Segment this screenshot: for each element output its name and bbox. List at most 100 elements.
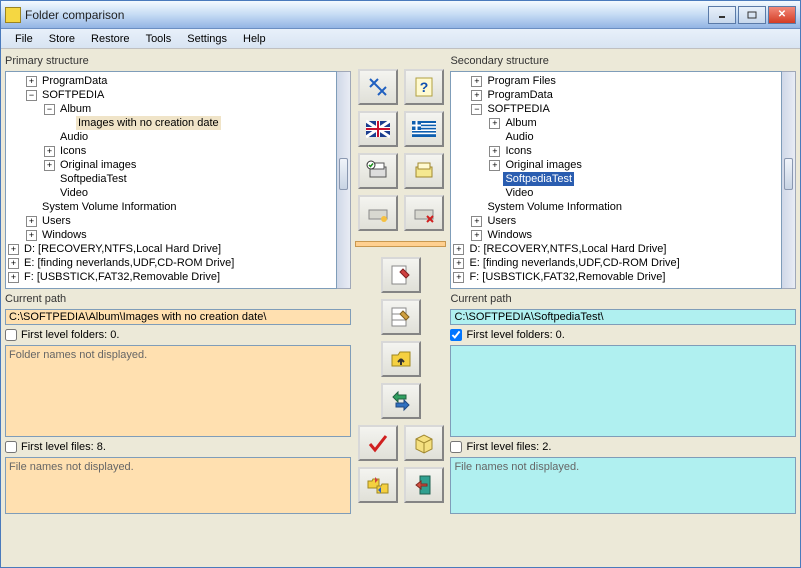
tree-expand-icon[interactable]: + <box>8 272 19 283</box>
tree-node[interactable]: F: [USBSTICK,FAT32,Removable Drive] <box>467 270 667 284</box>
scrollbar[interactable] <box>337 71 351 289</box>
primary-structure-label: Primary structure <box>5 53 351 69</box>
tree-node[interactable]: F: [USBSTICK,FAT32,Removable Drive] <box>22 270 222 284</box>
help-button[interactable]: ? <box>404 69 444 105</box>
svg-text:?: ? <box>419 79 428 95</box>
tree-expand-icon[interactable]: + <box>26 76 37 87</box>
tree-expand-icon[interactable]: + <box>26 230 37 241</box>
tree-node[interactable]: SOFTPEDIA <box>40 88 106 102</box>
minimize-button[interactable] <box>708 6 736 24</box>
menu-store[interactable]: Store <box>41 31 83 47</box>
tree-expand-icon[interactable]: + <box>453 272 464 283</box>
menu-tools[interactable]: Tools <box>138 31 180 47</box>
tree-expand-icon[interactable]: + <box>8 244 19 255</box>
sync-folders-button[interactable] <box>358 467 398 503</box>
tree-node[interactable]: System Volume Information <box>40 200 179 214</box>
tree-node[interactable]: ProgramData <box>485 88 554 102</box>
lang-gr-button[interactable] <box>404 111 444 147</box>
tree-node[interactable]: Users <box>40 214 73 228</box>
secondary-show-folders-checkbox[interactable] <box>450 329 462 341</box>
tree-expand-icon[interactable]: + <box>26 216 37 227</box>
package-button[interactable] <box>404 425 444 461</box>
tree-node[interactable]: D: [RECOVERY,NTFS,Local Hard Drive] <box>467 242 668 256</box>
tree-expand-icon[interactable]: + <box>471 216 482 227</box>
menu-settings[interactable]: Settings <box>179 31 235 47</box>
print-verified-button[interactable] <box>358 153 398 189</box>
app-icon <box>5 7 21 23</box>
close-button[interactable]: ✕ <box>768 6 796 24</box>
confirm-button[interactable] <box>358 425 398 461</box>
tree-node[interactable]: Original images <box>503 158 583 172</box>
lang-en-button[interactable] <box>358 111 398 147</box>
tree-node[interactable]: Video <box>58 186 90 200</box>
secondary-panel: Secondary structure +Program Files +Prog… <box>450 53 796 563</box>
secondary-current-path-label: Current path <box>450 291 796 307</box>
tree-node[interactable]: Album <box>503 116 538 130</box>
tree-node[interactable]: Users <box>485 214 518 228</box>
tree-node[interactable]: Windows <box>485 228 534 242</box>
tree-node[interactable]: Audio <box>503 130 535 144</box>
window-title: Folder comparison <box>25 8 708 22</box>
tree-node[interactable]: SoftpediaTest <box>58 172 129 186</box>
tree-collapse-icon[interactable]: − <box>471 104 482 115</box>
primary-show-folders-checkbox[interactable] <box>5 329 17 341</box>
menu-file[interactable]: File <box>7 31 41 47</box>
tree-node[interactable]: E: [finding neverlands,UDF,CD-ROM Drive] <box>467 256 681 270</box>
edit-table-button[interactable] <box>381 299 421 335</box>
tree-expand-icon[interactable]: + <box>471 90 482 101</box>
menu-restore[interactable]: Restore <box>83 31 138 47</box>
print-button[interactable] <box>404 153 444 189</box>
primary-current-path-label: Current path <box>5 291 351 307</box>
secondary-show-files-checkbox[interactable] <box>450 441 462 453</box>
tree-expand-icon[interactable]: + <box>453 258 464 269</box>
tree-node[interactable]: Album <box>58 102 93 116</box>
tree-node-selected[interactable]: SoftpediaTest <box>503 172 574 186</box>
menubar: File Store Restore Tools Settings Help <box>1 29 800 49</box>
tree-expand-icon[interactable]: + <box>489 118 500 129</box>
primary-panel: Primary structure +ProgramData −SOFTPEDI… <box>5 53 351 563</box>
tree-expand-icon[interactable]: + <box>44 146 55 157</box>
tree-node[interactable]: SOFTPEDIA <box>485 102 551 116</box>
tree-node[interactable]: Audio <box>58 130 90 144</box>
secondary-files-label: First level files: 2. <box>466 441 551 453</box>
tree-node[interactable]: Video <box>503 186 535 200</box>
menu-help[interactable]: Help <box>235 31 274 47</box>
exit-button[interactable] <box>404 467 444 503</box>
compare-button[interactable] <box>358 69 398 105</box>
primary-folders-label: First level folders: 0. <box>21 329 119 341</box>
secondary-folders-list[interactable] <box>450 345 796 437</box>
tree-node[interactable]: Windows <box>40 228 89 242</box>
tree-node[interactable]: Icons <box>503 144 533 158</box>
tree-expand-icon[interactable]: + <box>489 160 500 171</box>
primary-show-files-checkbox[interactable] <box>5 441 17 453</box>
tree-expand-icon[interactable]: + <box>471 76 482 87</box>
titlebar: Folder comparison ✕ <box>1 1 800 29</box>
tree-expand-icon[interactable]: + <box>453 244 464 255</box>
edit-list-button[interactable] <box>381 257 421 293</box>
drive-remove-button[interactable] <box>404 195 444 231</box>
drive-add-button[interactable] <box>358 195 398 231</box>
tree-node[interactable]: Program Files <box>485 74 557 88</box>
folder-up-button[interactable] <box>381 341 421 377</box>
swap-button[interactable] <box>381 383 421 419</box>
tree-node[interactable]: D: [RECOVERY,NTFS,Local Hard Drive] <box>22 242 223 256</box>
tree-collapse-icon[interactable]: − <box>26 90 37 101</box>
tree-node[interactable]: System Volume Information <box>485 200 624 214</box>
secondary-files-list[interactable]: File names not displayed. <box>450 457 796 514</box>
primary-tree[interactable]: +ProgramData −SOFTPEDIA −Album Images wi… <box>5 71 337 289</box>
primary-folders-list[interactable]: Folder names not displayed. <box>5 345 351 437</box>
tree-collapse-icon[interactable]: − <box>44 104 55 115</box>
tree-expand-icon[interactable]: + <box>471 230 482 241</box>
tree-node[interactable]: Icons <box>58 144 88 158</box>
tree-node-selected[interactable]: Images with no creation date <box>76 116 221 130</box>
tree-node[interactable]: ProgramData <box>40 74 109 88</box>
maximize-button[interactable] <box>738 6 766 24</box>
tree-node[interactable]: Original images <box>58 158 138 172</box>
tree-expand-icon[interactable]: + <box>489 146 500 157</box>
secondary-tree[interactable]: +Program Files +ProgramData −SOFTPEDIA +… <box>450 71 782 289</box>
scrollbar[interactable] <box>782 71 796 289</box>
tree-expand-icon[interactable]: + <box>8 258 19 269</box>
tree-node[interactable]: E: [finding neverlands,UDF,CD-ROM Drive] <box>22 256 236 270</box>
tree-expand-icon[interactable]: + <box>44 160 55 171</box>
primary-files-list[interactable]: File names not displayed. <box>5 457 351 514</box>
